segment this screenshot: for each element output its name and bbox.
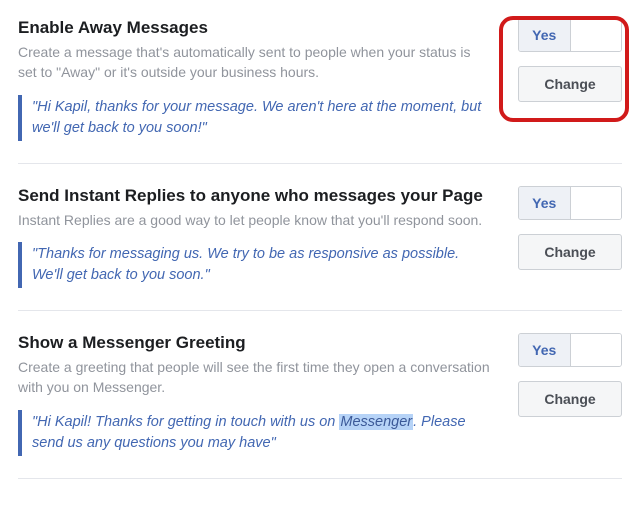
toggle-yes-option[interactable]: Yes [519, 187, 571, 219]
toggle-no-option[interactable] [571, 19, 622, 51]
quote-text-prefix: "Hi Kapil! Thanks for getting in touch w… [32, 414, 339, 430]
setting-instant-replies: Send Instant Replies to anyone who messa… [18, 186, 622, 311]
setting-description: Create a message that's automatically se… [18, 42, 492, 83]
change-button[interactable]: Change [518, 66, 622, 102]
setting-title: Send Instant Replies to anyone who messa… [18, 186, 492, 206]
toggle-no-option[interactable] [571, 187, 622, 219]
setting-controls: Yes Change [512, 18, 622, 102]
setting-messenger-greeting: Show a Messenger Greeting Create a greet… [18, 333, 622, 479]
setting-description: Instant Replies are a good way to let pe… [18, 210, 492, 230]
yes-no-toggle[interactable]: Yes [518, 18, 622, 52]
setting-sample-quote: "Thanks for messaging us. We try to be a… [18, 242, 492, 288]
change-button[interactable]: Change [518, 234, 622, 270]
setting-title: Show a Messenger Greeting [18, 333, 492, 353]
setting-sample-quote: "Hi Kapil, thanks for your message. We a… [18, 95, 492, 141]
toggle-yes-option[interactable]: Yes [519, 334, 571, 366]
change-button[interactable]: Change [518, 381, 622, 417]
yes-no-toggle[interactable]: Yes [518, 186, 622, 220]
setting-title: Enable Away Messages [18, 18, 492, 38]
toggle-no-option[interactable] [571, 334, 622, 366]
setting-description: Create a greeting that people will see t… [18, 357, 492, 398]
setting-controls: Yes Change [512, 333, 622, 417]
setting-away-messages: Enable Away Messages Create a message th… [18, 18, 622, 164]
yes-no-toggle[interactable]: Yes [518, 333, 622, 367]
quote-text-highlighted: Messenger [339, 414, 413, 430]
setting-sample-quote: "Hi Kapil! Thanks for getting in touch w… [18, 410, 492, 456]
toggle-yes-option[interactable]: Yes [519, 19, 571, 51]
setting-controls: Yes Change [512, 186, 622, 270]
